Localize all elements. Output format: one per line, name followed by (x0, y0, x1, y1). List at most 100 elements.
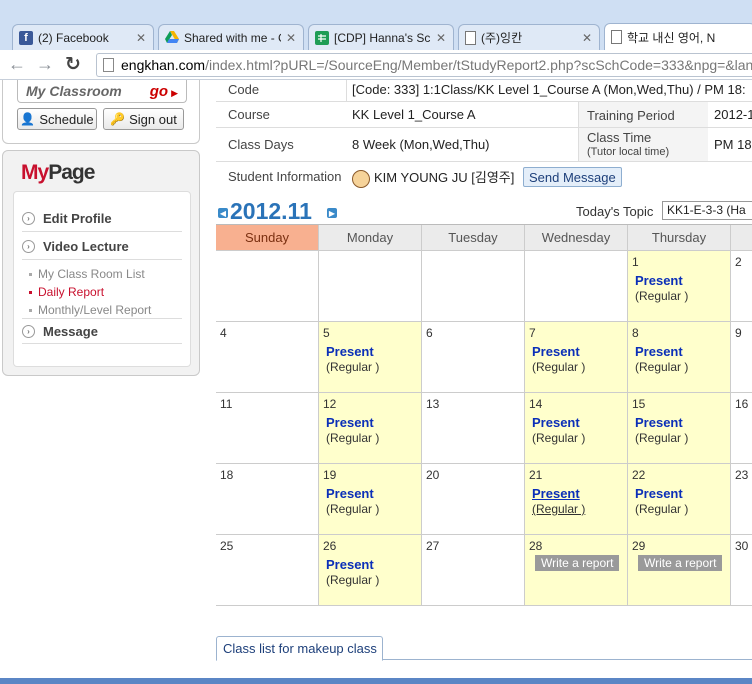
submenu-daily-report[interactable]: Daily Report (29, 285, 104, 299)
submenu-monthly-report[interactable]: Monthly/Level Report (29, 303, 151, 317)
bullet-icon (29, 308, 32, 312)
day-number: 27 (426, 539, 440, 553)
calendar-day-cell[interactable]: 14 Present (Regular ) (525, 393, 628, 464)
next-month-arrow-icon[interactable]: ▶ (327, 208, 337, 218)
tab-makeup-class-list[interactable]: Class list for makeup class (216, 636, 383, 661)
calendar-day-cell[interactable]: 7 Present (Regular ) (525, 322, 628, 393)
day-number: 9 (735, 326, 742, 340)
calendar-day-cell[interactable]: 29 Write a report (628, 535, 731, 606)
calendar-day-cell[interactable]: 15 Present (Regular ) (628, 393, 731, 464)
reload-icon[interactable]: ↻ (62, 54, 84, 76)
row-student: Student Information KIM YOUNG JU [김영주] S… (216, 162, 752, 190)
course-value: KK Level 1_Course A (352, 107, 476, 122)
day-number: 4 (220, 326, 227, 340)
row-course: Course KK Level 1_Course A Training Peri… (216, 102, 752, 128)
calendar-day-cell: 11 (216, 393, 319, 464)
calendar-day-cell[interactable]: 19 Present (Regular ) (319, 464, 422, 535)
avatar (352, 169, 370, 188)
class-time-sub: (Tutor local time) (587, 146, 670, 158)
menu-label: Video Lecture (43, 239, 129, 254)
url-host: engkhan.com (121, 57, 206, 73)
class-days-label: Class Days (228, 137, 294, 152)
student-label: Student Information (228, 169, 342, 184)
attendance-present-link[interactable]: Present (532, 486, 580, 501)
menu-message[interactable]: › Message (22, 318, 182, 344)
attendance-present-link[interactable]: Present (532, 415, 580, 430)
page-icon (465, 30, 476, 45)
url-path: /index.html?pURL=/SourceEng/Member/tStud… (205, 57, 752, 73)
tab-engkhan-corp[interactable]: (주)잉칸 ✕ (458, 24, 600, 50)
menu-edit-profile[interactable]: › Edit Profile (22, 206, 182, 232)
back-arrow-icon[interactable]: ← (6, 54, 28, 76)
submenu-class-room-list[interactable]: My Class Room List (29, 267, 145, 281)
tab-spreadsheet[interactable]: [CDP] Hanna's Schec ✕ (308, 24, 454, 50)
attendance-present-link[interactable]: Present (635, 486, 683, 501)
attendance-type-label: (Regular ) (635, 360, 689, 374)
tab-title: (2) Facebook (38, 30, 109, 45)
student-value-wrap: KIM YOUNG JU [김영주] (352, 167, 514, 188)
close-icon[interactable]: ✕ (135, 31, 147, 45)
tab-active-report[interactable]: 학교 내신 영어, N (604, 23, 752, 50)
day-number: 14 (529, 397, 543, 411)
calendar-day-cell[interactable]: 1 Present (Regular ) (628, 251, 731, 322)
calendar-day-cell: 9 (731, 322, 752, 393)
attendance-type-label[interactable]: (Regular ) (532, 502, 585, 516)
close-icon[interactable]: ✕ (581, 31, 593, 45)
attendance-present-link[interactable]: Present (326, 415, 374, 430)
sign-out-button[interactable]: 🔑 Sign out (103, 108, 184, 130)
send-message-button[interactable]: Send Message (523, 167, 622, 187)
day-number: 23 (735, 468, 749, 482)
day-number: 20 (426, 468, 440, 482)
mypage-title: MyPage (21, 161, 95, 184)
my-classroom-link[interactable]: My Classroom go ▶ (17, 80, 187, 103)
attendance-type-label: (Regular ) (326, 502, 380, 516)
day-number: 30 (735, 539, 749, 553)
attendance-present-link[interactable]: Present (326, 557, 374, 572)
close-icon[interactable]: ✕ (435, 31, 447, 45)
window-bottom-frame (0, 678, 752, 684)
key-icon: 🔑 (110, 112, 126, 126)
sign-out-label: Sign out (129, 111, 177, 127)
attendance-type-label: (Regular ) (326, 573, 380, 587)
calendar-day-cell[interactable]: 12 Present (Regular ) (319, 393, 422, 464)
tab-title: Shared with me - Go (184, 30, 281, 45)
day-number: 8 (632, 326, 639, 340)
calendar-day-cell[interactable]: 5 Present (Regular ) (319, 322, 422, 393)
calendar-day-cell[interactable]: 28 Write a report (525, 535, 628, 606)
menu-video-lecture[interactable]: › Video Lecture (22, 234, 182, 260)
schedule-button[interactable]: 👤 Schedule (17, 108, 97, 130)
menu-label: Message (43, 323, 98, 339)
close-icon[interactable]: ✕ (285, 31, 297, 45)
tab-strip: f (2) Facebook ✕ Shared with me - Go ✕ [… (0, 20, 752, 50)
calendar-day-cell[interactable]: 21 Present (Regular ) (525, 464, 628, 535)
submenu-label: My Class Room List (38, 267, 145, 281)
calendar-day-cell: 23 (731, 464, 752, 535)
calendar-day-cell: 18 (216, 464, 319, 535)
day-number: 6 (426, 326, 433, 340)
write-report-button[interactable]: Write a report (535, 555, 620, 571)
attendance-present-link[interactable]: Present (532, 344, 580, 359)
calendar-day-cell: 30 (731, 535, 752, 606)
calendar-day-cell[interactable]: 8 Present (Regular ) (628, 322, 731, 393)
tab-facebook[interactable]: f (2) Facebook ✕ (12, 24, 154, 50)
attendance-present-link[interactable]: Present (326, 344, 374, 359)
prev-month-arrow-icon[interactable]: ◀ (218, 208, 228, 218)
attendance-present-link[interactable]: Present (635, 415, 683, 430)
attendance-present-link[interactable]: Present (635, 344, 683, 359)
day-number: 1 (632, 255, 639, 269)
write-report-button[interactable]: Write a report (638, 555, 723, 571)
calendar-day-cell[interactable]: 26 Present (Regular ) (319, 535, 422, 606)
page-icon (103, 58, 114, 72)
calendar-day-cell[interactable]: 22 Present (Regular ) (628, 464, 731, 535)
todays-topic-field[interactable]: KK1-E-3-3 (Ha (662, 201, 752, 220)
row-class-days: Class Days 8 Week (Mon,Wed,Thu) Class Ti… (216, 128, 752, 162)
attendance-present-link[interactable]: Present (635, 273, 683, 288)
day-number: 19 (323, 468, 337, 482)
attendance-present-link[interactable]: Present (326, 486, 374, 501)
chevron-right-icon: › (22, 212, 35, 225)
forward-arrow-icon[interactable]: → (34, 54, 56, 76)
mypage-panel: MyPage › Edit Profile › Video Lecture My… (2, 150, 200, 376)
address-bar[interactable]: engkhan.com/index.html?pURL=/SourceEng/M… (96, 53, 752, 77)
tab-google-drive[interactable]: Shared with me - Go ✕ (158, 24, 304, 50)
browser-toolbar: ← → ↻ engkhan.com/index.html?pURL=/Sourc… (0, 50, 752, 80)
